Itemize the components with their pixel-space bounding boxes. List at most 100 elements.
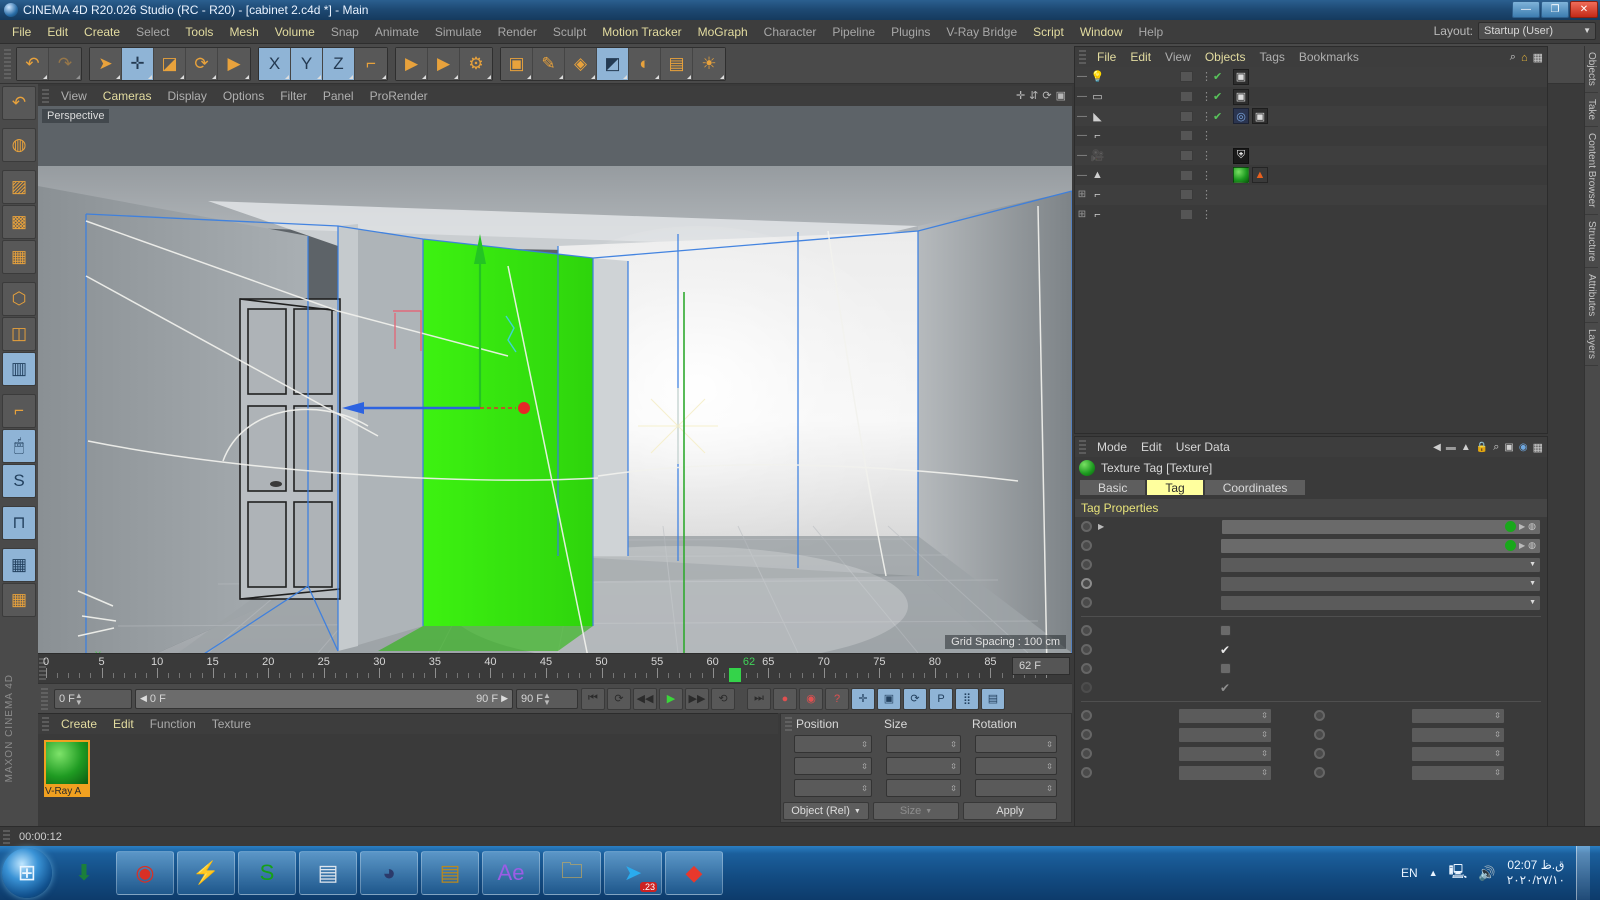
spinner-icon[interactable]: ⇳ [1261, 731, 1268, 739]
menu-item-snap[interactable]: Snap [323, 20, 367, 44]
tab-coordinates[interactable]: Coordinates [1203, 479, 1307, 496]
timeline-ruler-panel[interactable]: 05101520253035404550556065707580859062 6… [38, 653, 1072, 683]
undo-icon[interactable]: ↶ [17, 47, 49, 80]
model-mode-icon[interactable]: ▨ [2, 170, 36, 204]
texture-mode-icon[interactable]: ▩ [2, 205, 36, 239]
object-manager-list[interactable]: — 💡 ⋮ ✔ ▣ — ▭ ⋮ ✔ ▣ — ◣ ⋮ ✔ ◎ ▣ — ⌐ ⋮ — 🎥 ⋮ ⛨ — ▲ ⋮ ▲ ⊞ ⌐ ⋮ ⊞ ⌐ ⋮ [1075, 67, 1547, 433]
go-to-end-button[interactable]: ⏭ [747, 687, 771, 710]
network-icon[interactable]: 🖳 [1449, 861, 1468, 885]
menu-item-render[interactable]: Render [490, 20, 545, 44]
render-view-icon[interactable]: ▶ [396, 47, 428, 80]
play-button[interactable]: ▶ [659, 687, 683, 710]
calculator-icon[interactable]: ▤ [299, 851, 357, 895]
menu-item-v-ray-bridge[interactable]: V-Ray Bridge [938, 20, 1025, 44]
range-start-marker[interactable]: ◀ [140, 693, 147, 704]
material-preview-sphere[interactable] [44, 740, 90, 786]
animate-parameter-dot[interactable] [1081, 748, 1092, 759]
position-x-input[interactable]: ⇳ [794, 735, 872, 753]
edge-tab-take[interactable]: Take [1585, 93, 1598, 128]
material-menu-texture[interactable]: Texture [204, 717, 259, 731]
menu-item-character[interactable]: Character [756, 20, 825, 44]
menu-item-window[interactable]: Window [1072, 20, 1131, 44]
visibility-dots-icon[interactable] [1180, 209, 1193, 221]
property-value-field[interactable]: ▶ ◍ [1221, 518, 1541, 535]
language-indicator[interactable]: EN [1401, 866, 1418, 880]
lock-icon[interactable]: 🔒 [1476, 442, 1488, 453]
uv-input[interactable]: ⇳ [1411, 726, 1505, 743]
checkbox-checked-icon[interactable]: ✔ [1220, 643, 1230, 657]
uv-input[interactable]: ⇳ [1178, 764, 1272, 781]
magnet-icon[interactable]: ⊓ [2, 506, 36, 540]
redo-icon[interactable]: ↷ [49, 47, 81, 80]
light-icon[interactable]: ☀ [693, 47, 725, 80]
make-editable-icon[interactable]: ◍ [2, 128, 36, 162]
object-menu-edit[interactable]: Edit [1123, 50, 1158, 64]
workplane-mode-icon[interactable]: ▦ [2, 240, 36, 274]
menu-item-volume[interactable]: Volume [267, 20, 323, 44]
object-row[interactable]: — ▭ ⋮ ✔ ▣ [1075, 86, 1547, 107]
spinner-icon[interactable]: ⇳ [861, 740, 868, 748]
viewport-menu-panel[interactable]: Panel [315, 89, 362, 103]
enabled-check-icon[interactable]: ✔ [1213, 90, 1222, 103]
editor-visibility-icon[interactable]: ⋮ [1201, 110, 1212, 123]
animate-parameter-dot[interactable] [1314, 729, 1325, 740]
arrow-right-icon[interactable]: ▶ [1519, 541, 1525, 550]
spinner-icon[interactable]: ⇳ [1494, 712, 1501, 720]
panel-options-icon[interactable]: ▦ [1533, 441, 1543, 454]
property-value-field[interactable]: ▶ ◍ [1220, 537, 1541, 554]
enabled-check-icon[interactable]: ✔ [1213, 70, 1222, 83]
attribute-menu-edit[interactable]: Edit [1134, 440, 1169, 454]
checkbox-checked-icon[interactable]: ✔ [1220, 681, 1230, 695]
edge-tab-structure[interactable]: Structure [1585, 215, 1598, 269]
rotation-key-button[interactable]: ⟳ [903, 687, 927, 710]
spinner-icon[interactable]: ▲ ▼ [75, 691, 83, 706]
viewport-menu-prorender[interactable]: ProRender [362, 89, 436, 103]
visibility-dots-icon[interactable] [1180, 110, 1193, 122]
visibility-dots-icon[interactable] [1180, 189, 1193, 201]
object-row[interactable]: — 🎥 ⋮ ⛨ [1075, 145, 1547, 166]
viewport-scale-icon[interactable]: ⇵ [1029, 89, 1038, 102]
menu-item-simulate[interactable]: Simulate [427, 20, 490, 44]
spinner-icon[interactable]: ⇳ [1046, 784, 1053, 792]
material-menu-create[interactable]: Create [53, 717, 105, 731]
menu-item-mesh[interactable]: Mesh [221, 20, 266, 44]
property-value-field[interactable]: ▼ [1220, 594, 1541, 611]
after-effects-icon[interactable]: Ae [482, 851, 540, 895]
animate-parameter-dot[interactable] [1081, 578, 1092, 589]
visibility-dots-icon[interactable] [1180, 130, 1193, 142]
menu-item-pipeline[interactable]: Pipeline [824, 20, 883, 44]
menu-item-select[interactable]: Select [128, 20, 177, 44]
panel-options-icon[interactable]: ▦ [1533, 51, 1543, 64]
internet-download-manager-icon[interactable]: ⬇ [55, 851, 113, 895]
material-menu-edit[interactable]: Edit [105, 717, 142, 731]
tag-light-texture-tag[interactable]: ▣ [1233, 68, 1249, 85]
editor-visibility-icon[interactable]: ⋮ [1201, 149, 1212, 162]
viewport-3d-scene[interactable]: Y X Z Perspective Grid Spacing : 100 cm [38, 106, 1072, 653]
step-back-button[interactable]: ◀◀ [633, 687, 657, 710]
spinner-icon[interactable]: ⇳ [1494, 731, 1501, 739]
object-row[interactable]: — ▲ ⋮ ▲ [1075, 165, 1547, 186]
record-tool-icon[interactable]: ▶ [218, 47, 250, 80]
uv-input[interactable]: ⇳ [1411, 745, 1505, 762]
animate-parameter-dot[interactable] [1081, 559, 1092, 570]
editor-visibility-icon[interactable]: ⋮ [1201, 188, 1212, 201]
object-row[interactable]: — ⌐ ⋮ [1075, 126, 1547, 146]
attribute-menu-mode[interactable]: Mode [1090, 440, 1134, 454]
tag-protection-tag[interactable]: ⛨ [1233, 147, 1249, 164]
menu-item-edit[interactable]: Edit [39, 20, 76, 44]
spinner-icon[interactable]: ⇳ [950, 762, 957, 770]
live-selection-icon[interactable]: ➤ [90, 47, 122, 80]
coordinates-grip[interactable] [785, 717, 792, 731]
cube-primitive-icon[interactable]: ▣ [501, 47, 533, 80]
spinner-icon[interactable]: ⇳ [1261, 712, 1268, 720]
editor-visibility-icon[interactable]: ⋮ [1201, 169, 1212, 182]
apply-button[interactable]: Apply [963, 802, 1057, 820]
render-to-picture-viewer-icon[interactable]: ▶ [428, 47, 460, 80]
rotation-p-input[interactable]: ⇳ [975, 757, 1057, 775]
object-row[interactable]: ⊞ ⌐ ⋮ [1075, 204, 1547, 225]
checkbox-unchecked-icon[interactable] [1220, 625, 1231, 636]
menu-item-plugins[interactable]: Plugins [883, 20, 938, 44]
material-menu-function[interactable]: Function [142, 717, 204, 731]
attribute-menu-user-data[interactable]: User Data [1169, 440, 1237, 454]
uv-input[interactable]: ⇳ [1411, 707, 1505, 724]
